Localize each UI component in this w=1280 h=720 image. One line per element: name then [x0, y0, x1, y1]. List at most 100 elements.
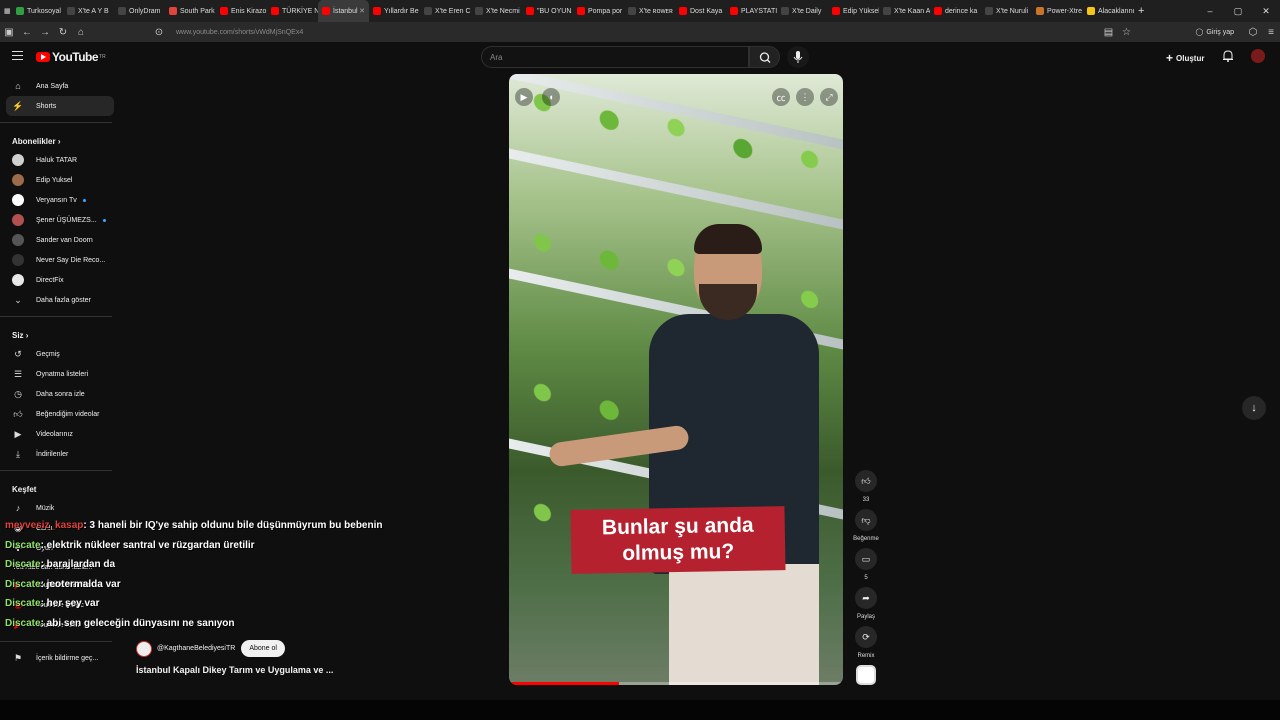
captions-icon[interactable]: ㏄ [772, 88, 790, 106]
channel-audio-button[interactable] [851, 665, 881, 685]
sidebar-item[interactable]: 👍︎ Beğendiğim videolar [0, 404, 114, 424]
search-input[interactable]: Ara [481, 46, 749, 68]
sidebar-item[interactable]: Edip Yuksel [0, 170, 114, 190]
video-title[interactable]: İstanbul Kapalı Dikey Tarım ve Uygulama … [136, 665, 333, 675]
browser-tab[interactable]: Power-Xtre [1032, 0, 1083, 22]
chevron-right-icon: › [57, 137, 61, 146]
browser-tab[interactable]: TÜRKİYE N [267, 0, 318, 22]
tab-label: South Park [180, 7, 215, 15]
signin-browser-button[interactable]: ◯ Giriş yap [1196, 28, 1234, 37]
browser-tab[interactable]: derince ka [930, 0, 981, 22]
subscriptions-heading[interactable]: Abonelikler › [0, 129, 120, 150]
browser-tab[interactable]: Pompa por [573, 0, 624, 22]
close-window-icon[interactable]: ✕ [1252, 6, 1280, 17]
channel-avatar [12, 194, 24, 206]
browser-tab[interactable]: "BU OYUN [522, 0, 573, 22]
new-tab-icon[interactable]: + [1134, 0, 1154, 22]
sidebar-item[interactable]: DirectFix [0, 270, 114, 290]
sidebar-item[interactable]: ♪ Müzik [0, 498, 114, 518]
show-more-button[interactable]: ⌄ Daha fazla göster [0, 290, 114, 310]
comments-button[interactable]: ▭ 5 [851, 548, 881, 581]
browser-tab[interactable]: İstanbul ✕ [318, 0, 369, 22]
fullscreen-icon[interactable]: ⤢ [820, 88, 838, 106]
channel-name[interactable]: @KagthaneBelediyesiTR [157, 645, 235, 652]
account-avatar[interactable] [1251, 49, 1265, 63]
home-browser-icon[interactable]: ⌂ [72, 27, 90, 38]
sidebar-item[interactable]: Haluk TATAR [0, 150, 114, 170]
browser-tab[interactable]: Turkosoyal [12, 0, 63, 22]
sidebar-item[interactable]: Sander van Doorn [0, 230, 114, 250]
play-icon[interactable]: ▶ [515, 88, 533, 106]
sidebar-item[interactable]: ↺ Geçmiş [0, 344, 114, 364]
site-info-icon[interactable]: ⊙ [150, 27, 168, 38]
more-options-icon[interactable]: ⋮ [796, 88, 814, 106]
next-video-button[interactable]: ↓ [1242, 396, 1266, 420]
channel-avatar[interactable] [136, 640, 152, 657]
minimize-icon[interactable]: – [1196, 6, 1224, 16]
dislike-button[interactable]: 👎︎ Beğenme [851, 509, 881, 542]
chat-message: Discate: jeotermalda var [5, 575, 382, 595]
tab-label: X'te Necmi [486, 7, 520, 15]
browser-tab[interactable]: PLAYSTATI [726, 0, 777, 22]
browser-menu-icon[interactable]: ≡ [1262, 27, 1280, 38]
sidebar-item[interactable]: ⌂ Ana Sayfa [0, 76, 114, 96]
sidebar-toggle-icon[interactable]: ▣ [0, 27, 18, 38]
remix-button[interactable]: ⟳ Remix [851, 626, 881, 659]
tab-close-icon[interactable]: ✕ [359, 7, 365, 15]
browser-tab[interactable]: Alacaklarını [1083, 0, 1134, 22]
share-button[interactable]: ➦ Paylaş [851, 587, 881, 620]
browser-tab[interactable]: Edip Yüksel [828, 0, 879, 22]
tab-favicon-icon [67, 7, 75, 15]
browser-tab[interactable]: Enis Kirazo [216, 0, 267, 22]
voice-search-button[interactable] [787, 46, 809, 68]
tab-favicon-icon [475, 7, 483, 15]
back-icon[interactable]: ← [18, 27, 36, 38]
reload-icon[interactable]: ↻ [54, 27, 72, 38]
explore-heading: Keşfet [12, 485, 37, 494]
sidebar-item[interactable]: ▶ Videolarınız [0, 424, 114, 444]
maximize-icon[interactable]: ▢ [1224, 6, 1252, 17]
like-button[interactable]: 👍︎ 33 [851, 470, 881, 503]
sidebar-item[interactable]: Veryansın Tv [0, 190, 114, 210]
sidebar-item[interactable]: ⚡ Shorts [6, 96, 114, 116]
sidebar-item[interactable]: Şener ÜŞÜMEZS... [0, 210, 114, 230]
sidebar-item[interactable]: Never Say Die Reco... [0, 250, 114, 270]
browser-tab[interactable]: OnlyDram [114, 0, 165, 22]
chat-message: Discate: elektrik nükleer santral ve rüz… [5, 536, 382, 556]
browser-tab[interactable]: X'te A Y B [63, 0, 114, 22]
subscribe-button[interactable]: Abone ol [241, 640, 285, 657]
chat-username: Discate [5, 617, 41, 629]
tab-label: PLAYSTATI [741, 7, 777, 15]
browser-tab[interactable]: X'te Kaan A [879, 0, 930, 22]
video-progress-fill [509, 682, 620, 685]
extensions-icon[interactable]: ⬡ [1244, 27, 1262, 38]
shorts-video-player[interactable]: Bunlar şu anda olmuş mu? ▶ ◖ ㏄ ⋮ ⤢ [509, 74, 843, 685]
browser-tab[interactable]: Dost Kaya [675, 0, 726, 22]
youtube-logo[interactable]: YouTube TR [36, 50, 106, 64]
sidebar-item[interactable]: ☰ Oynatma listeleri [0, 364, 114, 384]
volume-icon[interactable]: ◖ [542, 88, 560, 106]
browser-tab[interactable]: X'te Nuruli [981, 0, 1032, 22]
workspaces-icon[interactable]: ▦ [0, 0, 12, 22]
url-text[interactable]: www.youtube.com/shorts/vWdMjSnQEx4 [176, 29, 1100, 36]
report-history-link[interactable]: ⚑ İçerik bildirme geç... [0, 648, 114, 668]
caption-line-1: Bunlar şu anda [601, 513, 754, 540]
video-progress-bar[interactable] [509, 682, 843, 685]
hamburger-menu-icon[interactable] [12, 51, 23, 60]
sidebar-item[interactable]: ◷ Daha sonra izle [0, 384, 114, 404]
search-button[interactable] [749, 46, 780, 68]
browser-tab[interactable]: X'te Daily [777, 0, 828, 22]
reader-icon[interactable]: ▤ [1100, 27, 1118, 38]
tab-label: Power-Xtre [1047, 7, 1083, 15]
browser-tab[interactable]: X'te Necmi [471, 0, 522, 22]
you-heading[interactable]: Siz › [0, 323, 120, 344]
browser-tab[interactable]: X'te Eren C [420, 0, 471, 22]
bookmark-star-icon[interactable]: ☆ [1118, 27, 1136, 38]
forward-icon[interactable]: → [36, 27, 54, 38]
browser-tab[interactable]: South Park [165, 0, 216, 22]
browser-tab[interactable]: X'te ʀᴏᴡᴇʀ [624, 0, 675, 22]
browser-tab[interactable]: Yıllardır Be [369, 0, 420, 22]
notifications-bell-icon[interactable] [1221, 49, 1235, 63]
create-button[interactable]: + Oluştur [1166, 51, 1204, 65]
sidebar-item[interactable]: ⤓ İndirilenler [0, 444, 114, 464]
